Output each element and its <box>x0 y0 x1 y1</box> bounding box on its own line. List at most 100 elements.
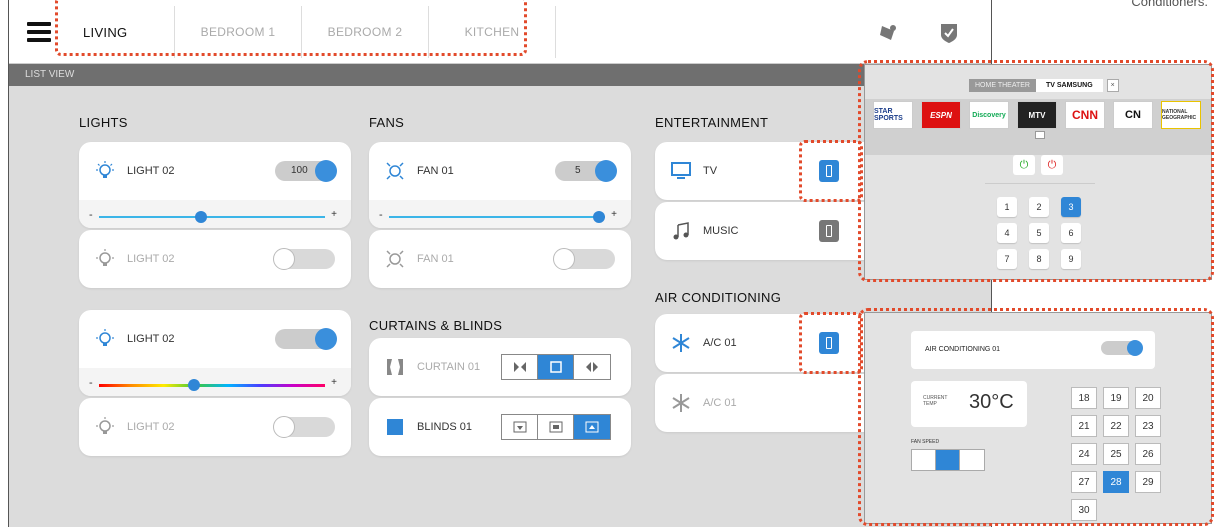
blinds-stop-button[interactable] <box>538 415 574 439</box>
chevron-down-icon[interactable] <box>1035 131 1045 139</box>
light-toggle[interactable] <box>273 248 335 270</box>
keypad-key[interactable]: 2 <box>1029 197 1049 217</box>
fan-speed-low-button[interactable] <box>912 450 936 470</box>
ac-title: AIR CONDITIONING 01 <box>925 346 1001 353</box>
keypad-key[interactable]: 4 <box>997 223 1017 243</box>
fan-speed-slider[interactable]: - + <box>369 200 631 228</box>
temp-option[interactable]: 28 <box>1103 471 1129 493</box>
fan-label: FAN 01 <box>417 253 454 265</box>
curtain-stop-button[interactable] <box>538 355 574 379</box>
keypad-key[interactable]: 8 <box>1029 249 1049 269</box>
keypad-key[interactable]: 3 <box>1061 197 1081 217</box>
fan-toggle[interactable]: 5 <box>555 160 617 182</box>
music-note-icon <box>669 219 693 243</box>
room-tabs: LIVING BEDROOM 1 BEDROOM 2 KITCHEN <box>53 6 556 58</box>
curtain-close-button[interactable] <box>502 355 538 379</box>
channel-cn[interactable]: CN <box>1113 101 1153 129</box>
remote-icon[interactable] <box>819 160 839 182</box>
channel-mtv[interactable]: MTV <box>1017 101 1057 129</box>
blinds-label: BLINDS 01 <box>417 421 473 433</box>
keypad-key[interactable]: 1 <box>997 197 1017 217</box>
light-level-value: 100 <box>291 165 308 176</box>
fan-speed-high-button[interactable] <box>960 450 984 470</box>
bulb-icon <box>93 247 117 271</box>
slider-minus: - <box>379 209 383 221</box>
bell-icon[interactable] <box>877 22 899 44</box>
color-slider[interactable]: - + <box>79 368 351 396</box>
current-temp-card: CURRENT TEMP 30°C <box>911 381 1027 427</box>
curtains-heading: CURTAINS & BLINDS <box>369 318 503 333</box>
tab-bedroom-2[interactable]: BEDROOM 2 <box>302 6 429 58</box>
temp-option[interactable]: 20 <box>1135 387 1161 409</box>
dimmer-slider[interactable]: - + <box>79 200 351 228</box>
temp-option[interactable]: 30 <box>1071 499 1097 521</box>
ac-remote-panel: AIR CONDITIONING 01 CURRENT TEMP 30°C FA… <box>864 312 1212 524</box>
fan-card-2: FAN 01 <box>369 230 631 288</box>
top-right-caption: Conditioners. <box>1131 0 1208 9</box>
curtain-open-button[interactable] <box>574 355 610 379</box>
slider-thumb[interactable] <box>194 211 207 223</box>
fan-toggle[interactable] <box>553 248 615 270</box>
light-toggle[interactable] <box>273 416 335 438</box>
light-toggle[interactable]: 100 <box>275 160 337 182</box>
light-row: LIGHT 02 100 <box>79 142 351 200</box>
temp-option[interactable]: 21 <box>1071 415 1097 437</box>
channel-star-sports[interactable]: STAR SPORTS <box>873 101 913 129</box>
tab-home-theater[interactable]: HOME THEATER <box>969 79 1036 92</box>
temp-option[interactable]: 24 <box>1071 443 1097 465</box>
ac-label: A/C 01 <box>703 337 737 349</box>
temp-option[interactable]: 29 <box>1135 471 1161 493</box>
fan-speed-medium-button[interactable] <box>936 450 960 470</box>
keypad-key[interactable]: 6 <box>1061 223 1081 243</box>
temp-option[interactable]: 25 <box>1103 443 1129 465</box>
ac-heading: AIR CONDITIONING <box>655 290 782 305</box>
keypad-key[interactable]: 9 <box>1061 249 1081 269</box>
divider <box>985 183 1095 184</box>
fan-row: FAN 01 5 <box>369 142 631 200</box>
keypad-key[interactable]: 7 <box>997 249 1017 269</box>
menu-icon[interactable] <box>27 22 51 42</box>
slider-plus: + <box>331 209 337 220</box>
light-card-3: LIGHT 02 - + <box>79 310 351 396</box>
blinds-down-button[interactable] <box>502 415 538 439</box>
light-row: LIGHT 02 <box>79 230 351 288</box>
temp-option[interactable]: 19 <box>1103 387 1129 409</box>
fan-label: FAN 01 <box>417 165 454 177</box>
temp-option[interactable]: 18 <box>1071 387 1097 409</box>
shield-check-icon[interactable] <box>939 22 959 44</box>
channel-espn[interactable]: ESPN <box>921 101 961 129</box>
lights-heading: LIGHTS <box>79 115 128 130</box>
app-window: LIVING BEDROOM 1 BEDROOM 2 KITCHEN LIST … <box>8 0 992 527</box>
power-off-icon[interactable]: ⏻ <box>1041 155 1063 175</box>
blinds-row: BLINDS 01 <box>369 398 631 456</box>
channel-cnn[interactable]: CNN <box>1065 101 1105 129</box>
tab-tv-samsung[interactable]: TV SAMSUNG <box>1035 79 1103 92</box>
blinds-up-button[interactable] <box>574 415 610 439</box>
power-on-icon[interactable]: ⏻ <box>1013 155 1035 175</box>
close-icon[interactable]: × <box>1106 79 1119 92</box>
bulb-icon <box>93 159 117 183</box>
tab-kitchen[interactable]: KITCHEN <box>429 6 556 58</box>
fan-row: FAN 01 <box>369 230 631 288</box>
temp-option[interactable]: 26 <box>1135 443 1161 465</box>
tab-living[interactable]: LIVING <box>53 6 175 58</box>
temp-option[interactable]: 22 <box>1103 415 1129 437</box>
temp-option[interactable]: 23 <box>1135 415 1161 437</box>
light-label: LIGHT 02 <box>127 421 175 433</box>
tv-label: TV <box>703 165 718 177</box>
tab-bedroom-1[interactable]: BEDROOM 1 <box>175 6 302 58</box>
slider-thumb[interactable] <box>592 211 605 223</box>
tv-panel-tabs: HOME THEATER TV SAMSUNG × <box>969 79 1119 92</box>
blinds-controls <box>501 414 611 440</box>
slider-thumb[interactable] <box>187 379 200 391</box>
channel-discovery[interactable]: Discovery <box>969 101 1009 129</box>
current-temp-label: CURRENT TEMP <box>923 395 948 407</box>
temp-option[interactable]: 27 <box>1071 471 1097 493</box>
remote-icon[interactable] <box>819 332 839 354</box>
channel-national-geographic[interactable]: NATIONAL GEOGRAPHIC <box>1161 101 1201 129</box>
light-toggle[interactable] <box>275 328 337 350</box>
keypad-key[interactable]: 5 <box>1029 223 1049 243</box>
ac-title-card: AIR CONDITIONING 01 <box>911 331 1155 369</box>
ac-power-toggle[interactable] <box>1101 340 1143 356</box>
remote-icon[interactable] <box>819 220 839 242</box>
